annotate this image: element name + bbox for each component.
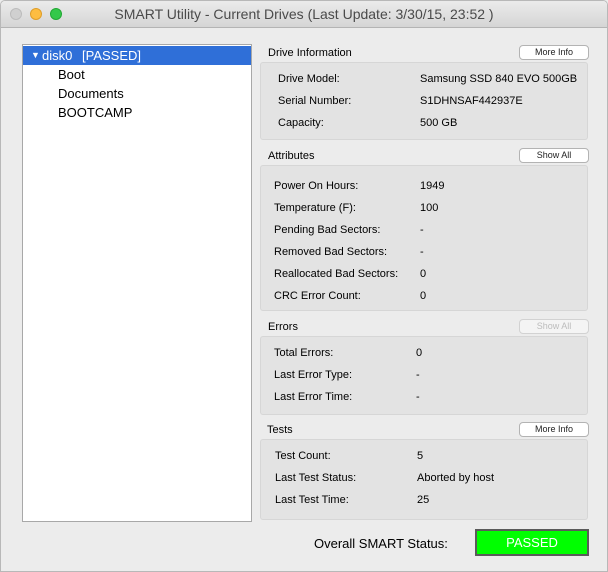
volume-label: BOOTCAMP	[58, 105, 133, 120]
last-error-time-label: Last Error Time:	[274, 391, 353, 403]
power-on-hours-value: 1949	[420, 180, 445, 192]
total-errors-label: Total Errors:	[274, 347, 334, 359]
last-test-status-label: Last Test Status:	[275, 472, 357, 484]
crc-error-count-value: 0	[420, 290, 427, 302]
volume-label: Documents	[58, 86, 124, 101]
disk-status: [PASSED]	[82, 48, 142, 63]
overall-status-badge: PASSED	[475, 529, 589, 556]
serial-number-label: Serial Number:	[278, 95, 352, 107]
drive-tree: ▼ disk0 [PASSED] Boot Documents BOOTCAMP	[22, 44, 252, 522]
temperature-label: Temperature (F):	[274, 202, 356, 214]
overall-status-label: Overall SMART Status:	[314, 536, 448, 551]
tests-title: Tests	[267, 424, 293, 436]
pending-bad-sectors-label: Pending Bad Sectors:	[274, 224, 381, 236]
reallocated-bad-sectors-value: 0	[420, 268, 427, 280]
removed-bad-sectors-value: -	[420, 246, 424, 258]
errors-show-all-button[interactable]: Show All	[519, 319, 589, 334]
pending-bad-sectors-value: -	[420, 224, 424, 236]
errors-title: Errors	[268, 321, 298, 333]
last-error-type-label: Last Error Type:	[274, 369, 353, 381]
disk-label: disk0	[42, 48, 73, 63]
smart-utility-window: SMART Utility - Current Drives (Last Upd…	[0, 0, 608, 572]
temperature-value: 100	[420, 202, 439, 214]
attributes-title: Attributes	[268, 150, 315, 162]
crc-error-count-label: CRC Error Count:	[274, 290, 361, 302]
last-test-status-value: Aborted by host	[417, 472, 495, 484]
power-on-hours-label: Power On Hours:	[274, 180, 359, 192]
removed-bad-sectors-label: Removed Bad Sectors:	[274, 246, 388, 258]
disclosure-triangle-icon[interactable]: ▼	[31, 46, 40, 65]
tree-item-documents[interactable]: Documents	[23, 84, 251, 103]
test-count-value: 5	[417, 450, 424, 462]
tests-more-info-button[interactable]: More Info	[519, 422, 589, 437]
last-error-type-value: -	[416, 369, 420, 381]
title-bar[interactable]: SMART Utility - Current Drives (Last Upd…	[1, 1, 607, 28]
capacity-label: Capacity:	[278, 117, 324, 129]
drive-info-title: Drive Information	[268, 47, 352, 59]
last-error-time-value: -	[416, 391, 420, 403]
tree-item-disk0[interactable]: ▼ disk0 [PASSED]	[23, 46, 251, 65]
window-title: SMART Utility - Current Drives (Last Upd…	[114, 6, 494, 22]
test-count-label: Test Count:	[275, 450, 331, 462]
drive-model-label: Drive Model:	[278, 73, 340, 85]
reallocated-bad-sectors-label: Reallocated Bad Sectors:	[274, 268, 399, 280]
last-test-time-label: Last Test Time:	[275, 494, 349, 506]
serial-number-value: S1DHNSAF442937E	[420, 95, 523, 107]
last-test-time-value: 25	[417, 494, 430, 506]
capacity-value: 500 GB	[420, 117, 458, 129]
drive-info-more-info-button[interactable]: More Info	[519, 45, 589, 60]
attributes-show-all-button[interactable]: Show All	[519, 148, 589, 163]
volume-label: Boot	[58, 67, 85, 82]
tree-item-bootcamp[interactable]: BOOTCAMP	[23, 103, 251, 122]
drive-model-value: Samsung SSD 840 EVO 500GB	[420, 73, 578, 85]
total-errors-value: 0	[416, 347, 423, 359]
tree-item-boot[interactable]: Boot	[23, 65, 251, 84]
